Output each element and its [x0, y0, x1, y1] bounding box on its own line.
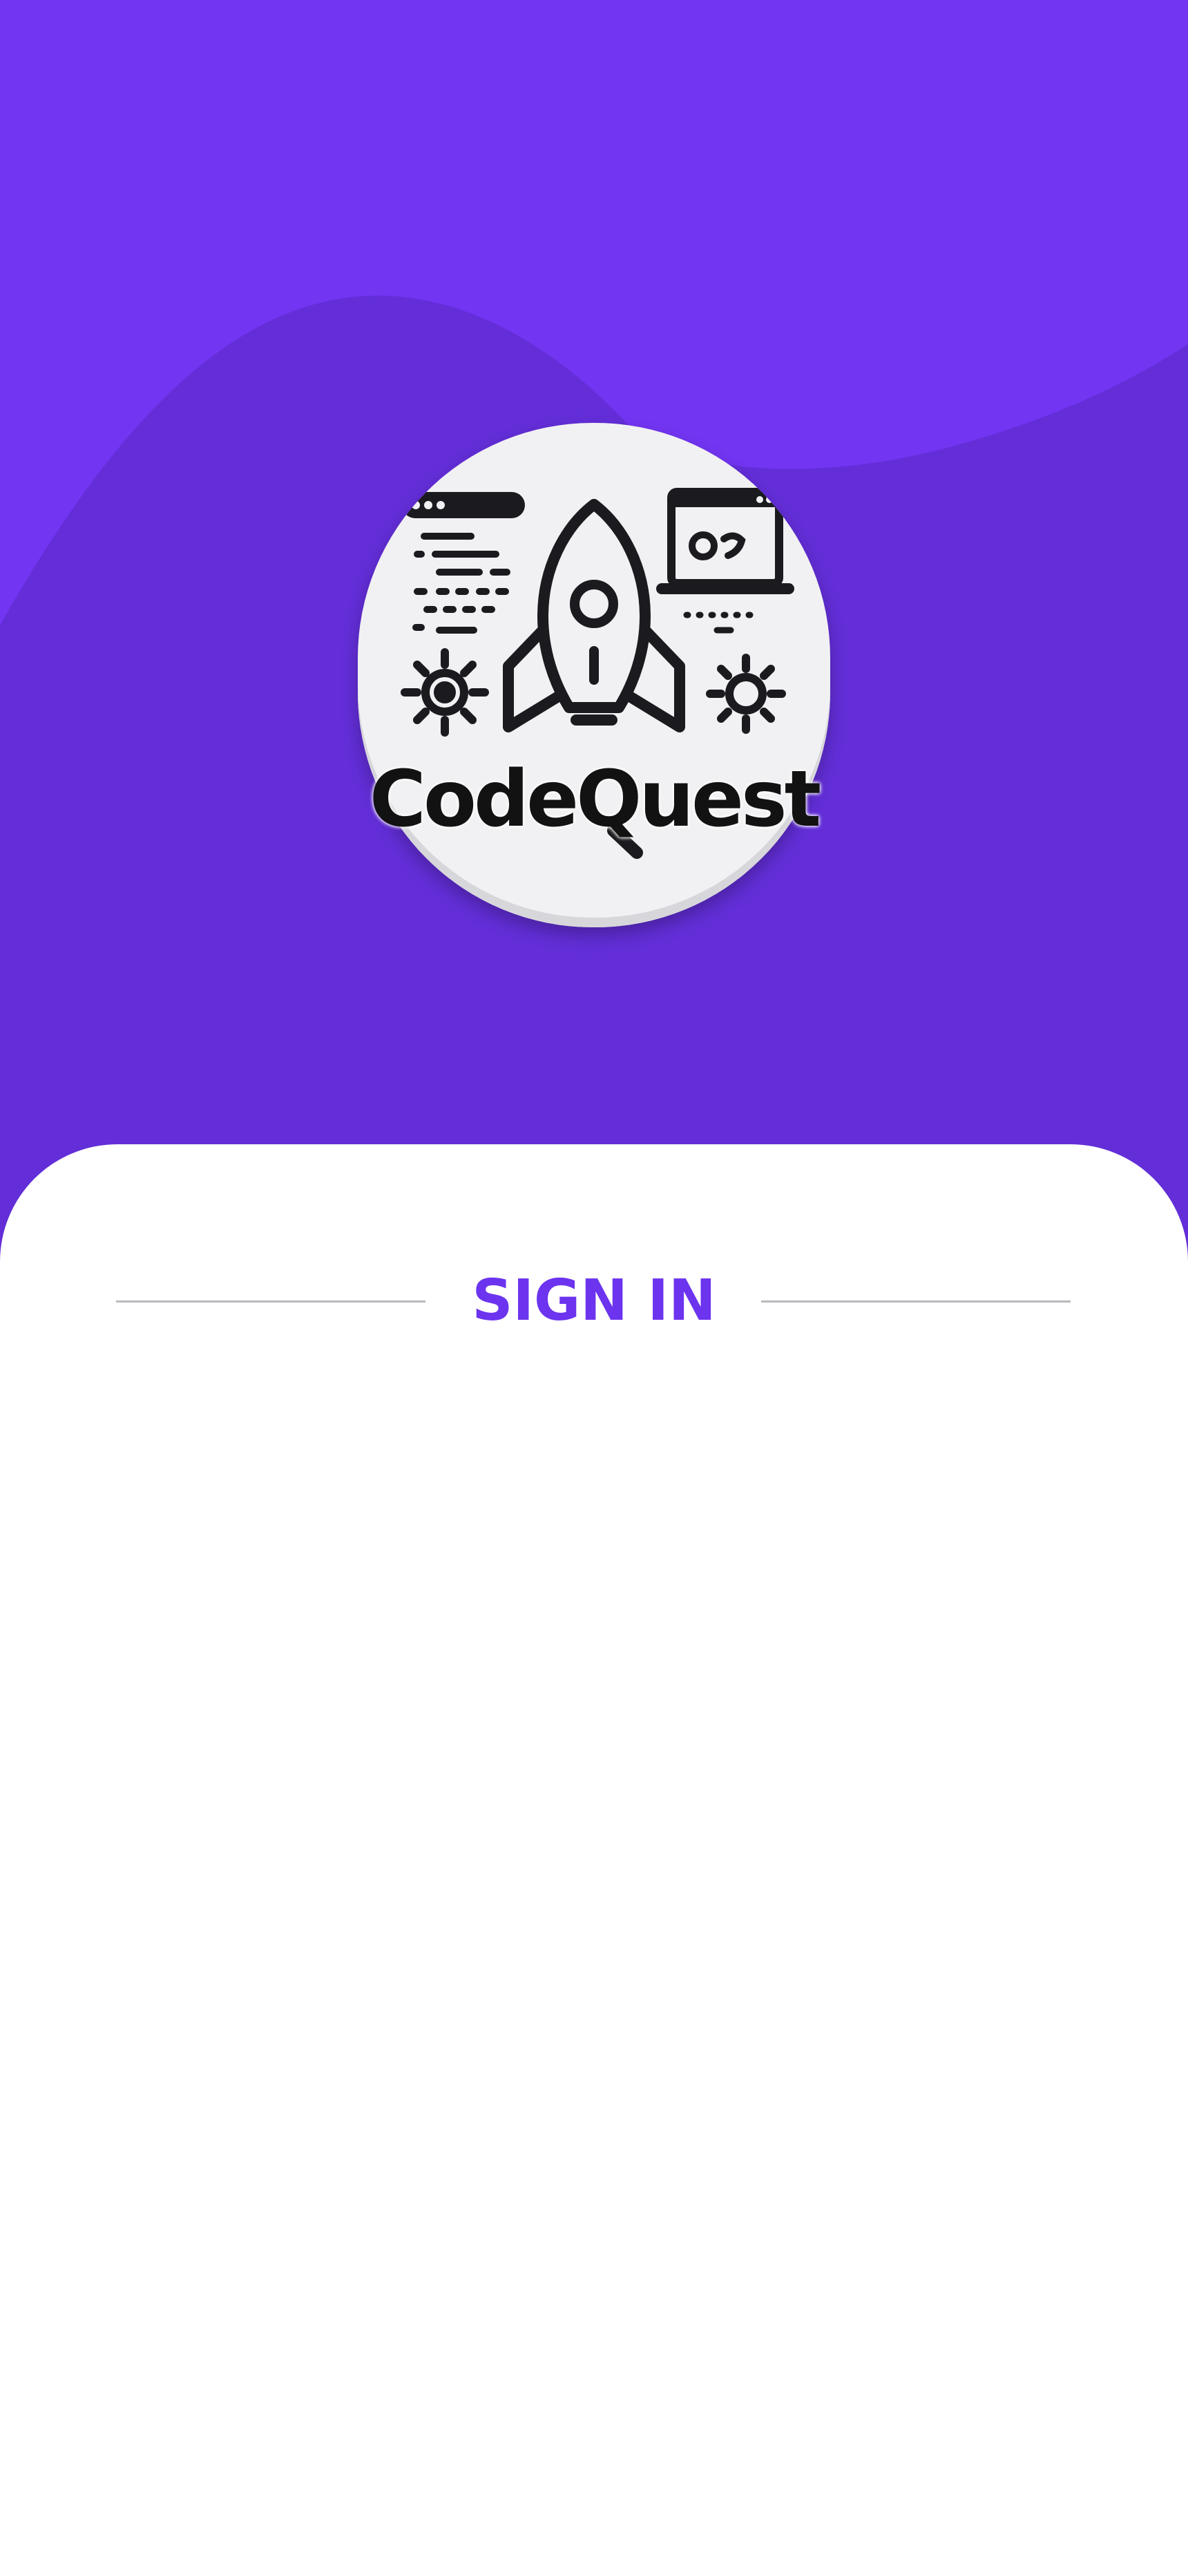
signin-panel: [0, 1144, 1188, 2576]
signin-header: SIGN IN: [0, 1270, 1188, 1332]
app-logo: [358, 423, 830, 927]
rocket-code-logo-icon: [401, 488, 794, 859]
right-divider: [761, 1300, 1071, 1303]
signin-screen: CodeQuest SIGN IN: [0, 0, 1188, 2576]
brand-name: CodeQuest: [369, 755, 821, 844]
